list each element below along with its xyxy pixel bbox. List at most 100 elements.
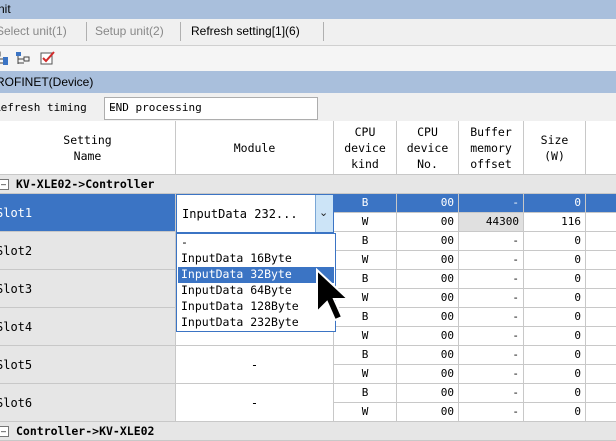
toolbar (0, 46, 616, 71)
tab-divider (180, 22, 181, 41)
size-cell[interactable]: 0 (524, 403, 586, 422)
tab-divider (86, 22, 87, 41)
tab-select-unit[interactable]: Select unit(1) (0, 24, 67, 38)
cpu-device-kind-cell[interactable]: B (334, 384, 397, 403)
dropdown-option[interactable]: InputData 16Byte (178, 251, 334, 267)
header-cpu-device-no: CPU device No. (397, 121, 459, 175)
buffer-offset-cell[interactable]: - (459, 384, 524, 403)
group-label: KV-XLE02->Controller (16, 177, 155, 191)
slot-name-cell[interactable]: Slot2 (0, 232, 176, 270)
buffer-offset-cell[interactable]: - (459, 327, 524, 346)
dropdown-option[interactable]: InputData 32Byte (178, 267, 334, 283)
size-cell[interactable]: 0 (524, 308, 586, 327)
refresh-timing-select[interactable]: END processing ⌄ (104, 97, 318, 120)
expand-icon[interactable]: – (0, 179, 9, 190)
chevron-down-icon: ⌄ (319, 207, 329, 219)
buffer-offset-cell[interactable]: - (459, 308, 524, 327)
slot-name-cell[interactable]: Slot1 (0, 194, 176, 232)
size-cell[interactable]: 0 (524, 384, 586, 403)
buffer-offset-cell[interactable]: - (459, 289, 524, 308)
tree-expand-icon[interactable] (0, 50, 10, 66)
module-dropdown-list[interactable]: - InputData 16Byte InputData 32Byte InputDa… (176, 233, 336, 332)
cpu-device-kind-cell[interactable]: W (334, 327, 397, 346)
cpu-device-no-cell[interactable]: 00 (397, 251, 459, 270)
buffer-offset-cell[interactable]: - (459, 403, 524, 422)
slot-name: Slot3 (0, 282, 33, 296)
cpu-device-no-cell[interactable]: 00 (397, 289, 459, 308)
size-cell[interactable]: 0 (524, 289, 586, 308)
size-cell[interactable]: 0 (524, 365, 586, 384)
buffer-offset-cell[interactable]: 44300 (459, 213, 524, 232)
cpu-device-kind-cell[interactable]: W (334, 365, 397, 384)
row-filler (586, 232, 616, 251)
slot-name-cell[interactable]: Slot6 (0, 384, 176, 422)
group-row-device-to-controller[interactable]: – KV-XLE02->Controller (0, 175, 616, 194)
tree-collapse-icon[interactable] (15, 50, 31, 66)
module-cell[interactable]: - (176, 384, 334, 422)
module-combobox[interactable]: InputData 232... (176, 194, 334, 233)
row-filler (586, 365, 616, 384)
cpu-device-kind-cell[interactable]: B (334, 232, 397, 251)
buffer-offset-cell[interactable]: - (459, 270, 524, 289)
mouse-cursor-icon (316, 268, 351, 322)
slot-name-cell[interactable]: Slot5 (0, 346, 176, 384)
row-filler (586, 308, 616, 327)
row-filler (586, 213, 616, 232)
cpu-device-no-cell[interactable]: 00 (397, 346, 459, 365)
size-cell[interactable]: 116 (524, 213, 586, 232)
slot-name: Slot5 (0, 358, 33, 372)
row-filler (586, 346, 616, 365)
buffer-offset-cell[interactable]: - (459, 194, 524, 213)
cpu-device-no-cell[interactable]: 00 (397, 327, 459, 346)
cpu-device-kind-cell[interactable]: B (334, 194, 397, 213)
tab-setup-unit[interactable]: Setup unit(2) (95, 24, 164, 38)
check-list-icon[interactable] (40, 50, 56, 66)
tab-bar: Select unit(1) Setup unit(2) Refresh set… (0, 19, 616, 46)
slot-name: Slot4 (0, 320, 33, 334)
section-header: ROFINET(Device) (0, 71, 616, 93)
row-filler (586, 403, 616, 422)
tab-divider (323, 22, 324, 41)
cpu-device-no-cell[interactable]: 00 (397, 270, 459, 289)
cpu-device-kind-cell[interactable]: B (334, 346, 397, 365)
section-title: ROFINET(Device) (0, 75, 94, 89)
group-label: Controller->KV-XLE02 (16, 424, 155, 438)
size-cell[interactable]: 0 (524, 194, 586, 213)
group-row-controller-to-device[interactable]: – Controller->KV-XLE02 (0, 422, 616, 441)
header-setting-name: Setting Name (0, 121, 176, 175)
cpu-device-no-cell[interactable]: 00 (397, 403, 459, 422)
header-size: Size (W) (524, 121, 586, 175)
size-cell[interactable]: 0 (524, 270, 586, 289)
cpu-device-no-cell[interactable]: 00 (397, 308, 459, 327)
slot-name-cell[interactable]: Slot4 (0, 308, 176, 346)
window-title-bar: nit (0, 0, 616, 19)
size-cell[interactable]: 0 (524, 232, 586, 251)
slot-name-cell[interactable]: Slot3 (0, 270, 176, 308)
dropdown-option[interactable]: InputData 64Byte (178, 283, 334, 299)
expand-icon[interactable]: – (0, 426, 9, 437)
cpu-device-kind-cell[interactable]: W (334, 403, 397, 422)
row-filler (586, 384, 616, 403)
row-filler (586, 194, 616, 213)
cpu-device-no-cell[interactable]: 00 (397, 213, 459, 232)
size-cell[interactable]: 0 (524, 346, 586, 365)
dropdown-option[interactable]: InputData 232Byte (178, 315, 334, 331)
cpu-device-kind-cell[interactable]: W (334, 213, 397, 232)
buffer-offset-cell[interactable]: - (459, 232, 524, 251)
size-cell[interactable]: 0 (524, 327, 586, 346)
combobox-dropdown-button[interactable]: ⌄ (315, 195, 333, 232)
window-title: nit (0, 2, 11, 16)
cpu-device-no-cell[interactable]: 00 (397, 232, 459, 251)
size-cell[interactable]: 0 (524, 251, 586, 270)
row-filler (586, 289, 616, 308)
buffer-offset-cell[interactable]: - (459, 251, 524, 270)
module-cell[interactable]: - (176, 346, 334, 384)
dropdown-option[interactable]: - (178, 235, 334, 251)
buffer-offset-cell[interactable]: - (459, 365, 524, 384)
buffer-offset-cell[interactable]: - (459, 346, 524, 365)
cpu-device-no-cell[interactable]: 00 (397, 384, 459, 403)
cpu-device-no-cell[interactable]: 00 (397, 194, 459, 213)
cpu-device-no-cell[interactable]: 00 (397, 365, 459, 384)
dropdown-option[interactable]: InputData 128Byte (178, 299, 334, 315)
tab-refresh-setting[interactable]: Refresh setting[1](6) (191, 24, 300, 38)
